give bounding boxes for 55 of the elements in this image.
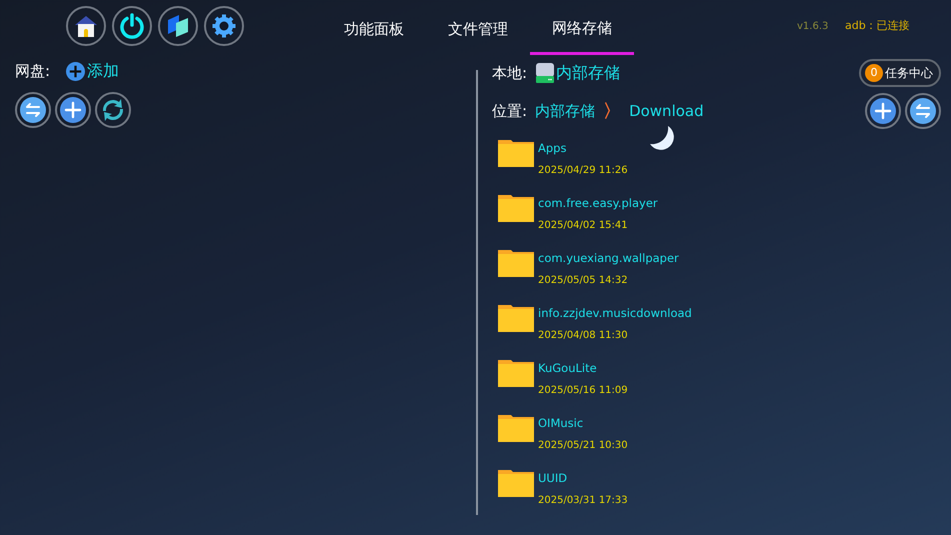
folder-name[interactable]: info.zzjdev.musicdownload <box>538 306 692 320</box>
folder-date: 2025/05/21 10:30 <box>538 439 628 453</box>
add-cloud-button[interactable]: 添加 <box>66 59 120 83</box>
folder-name[interactable]: KuGouLite <box>538 361 628 375</box>
add-icon <box>870 98 896 124</box>
storage-link[interactable]: 内部存储 <box>556 61 620 85</box>
task-center-button[interactable]: 0 任务中心 <box>859 59 941 87</box>
panels-button[interactable] <box>158 6 198 46</box>
folder-date: 2025/04/08 11:30 <box>538 329 629 343</box>
tab[interactable]: 功能面板 <box>322 0 426 54</box>
switch-button[interactable] <box>905 93 941 129</box>
folder-name[interactable]: OIMusic <box>538 416 628 430</box>
folder-date: 2025/04/29 11:26 <box>538 164 628 178</box>
breadcrumb-link[interactable]: Download <box>629 100 704 122</box>
path-separator: 〉 <box>603 100 622 124</box>
tab[interactable]: 文件管理 <box>426 0 530 54</box>
folder-name[interactable]: Apps <box>538 141 628 155</box>
version-label: v1.6.3 <box>797 20 828 34</box>
drive-icon <box>535 62 556 84</box>
local-label: 本地: <box>492 62 528 84</box>
settings-button[interactable] <box>204 6 244 46</box>
settings-icon <box>211 13 237 39</box>
add-icon <box>60 97 86 123</box>
panels-icon <box>165 13 191 39</box>
folder-name[interactable]: com.free.easy.player <box>538 196 658 210</box>
folder-icon <box>498 138 534 168</box>
folder-name[interactable]: UUID <box>538 471 628 485</box>
folder-icon <box>498 193 534 223</box>
crescent-moon-drawing <box>650 126 674 150</box>
path-label: 位置: <box>492 100 528 122</box>
cloud-label: 网盘: <box>15 60 50 82</box>
power-button[interactable] <box>112 6 152 46</box>
add-icon <box>66 62 86 80</box>
folder-date: 2025/04/02 15:41 <box>538 219 629 233</box>
folder-icon <box>498 248 534 278</box>
folder-icon <box>498 303 534 333</box>
folder-name[interactable]: com.yuexiang.wallpaper <box>538 251 679 265</box>
folder-date: 2025/05/16 11:09 <box>538 384 628 398</box>
add-button[interactable] <box>55 92 91 128</box>
folder-date: 2025/03/31 17:33 <box>538 494 628 508</box>
switch-icon <box>910 98 936 124</box>
home-button[interactable] <box>66 6 106 46</box>
adb-status: adb：已连接 <box>845 18 910 34</box>
folder-icon <box>498 468 534 498</box>
folder-date: 2025/05/05 14:32 <box>538 274 629 288</box>
switch-icon <box>20 97 46 123</box>
breadcrumb-link[interactable]: 内部存储 <box>535 100 596 122</box>
add-button[interactable] <box>865 93 901 129</box>
power-icon <box>118 12 146 40</box>
tab[interactable]: 网络存储 <box>530 0 634 54</box>
home-icon <box>73 13 99 39</box>
folder-icon <box>498 413 534 443</box>
switch-button[interactable] <box>15 92 51 128</box>
folder-icon <box>498 358 534 388</box>
sync-button[interactable] <box>95 92 131 128</box>
